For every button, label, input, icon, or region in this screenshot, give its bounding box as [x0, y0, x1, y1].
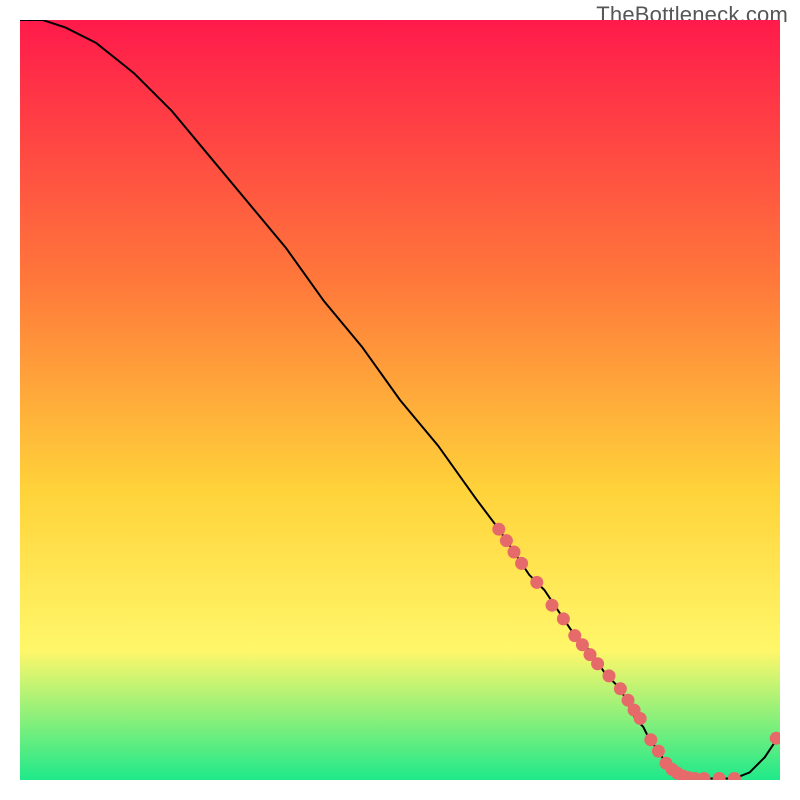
data-marker [515, 557, 528, 570]
data-marker [614, 682, 627, 695]
data-marker [634, 712, 647, 725]
chart-svg [20, 20, 780, 780]
data-marker [652, 745, 665, 758]
chart-stage: TheBottleneck.com [0, 0, 800, 800]
data-marker [530, 576, 543, 589]
chart-plot [20, 20, 780, 780]
data-marker [557, 612, 570, 625]
data-marker [546, 599, 559, 612]
data-marker [644, 733, 657, 746]
data-marker [500, 534, 513, 547]
data-marker [508, 546, 521, 559]
data-marker [492, 523, 505, 536]
data-marker [603, 669, 616, 682]
data-marker [591, 657, 604, 670]
